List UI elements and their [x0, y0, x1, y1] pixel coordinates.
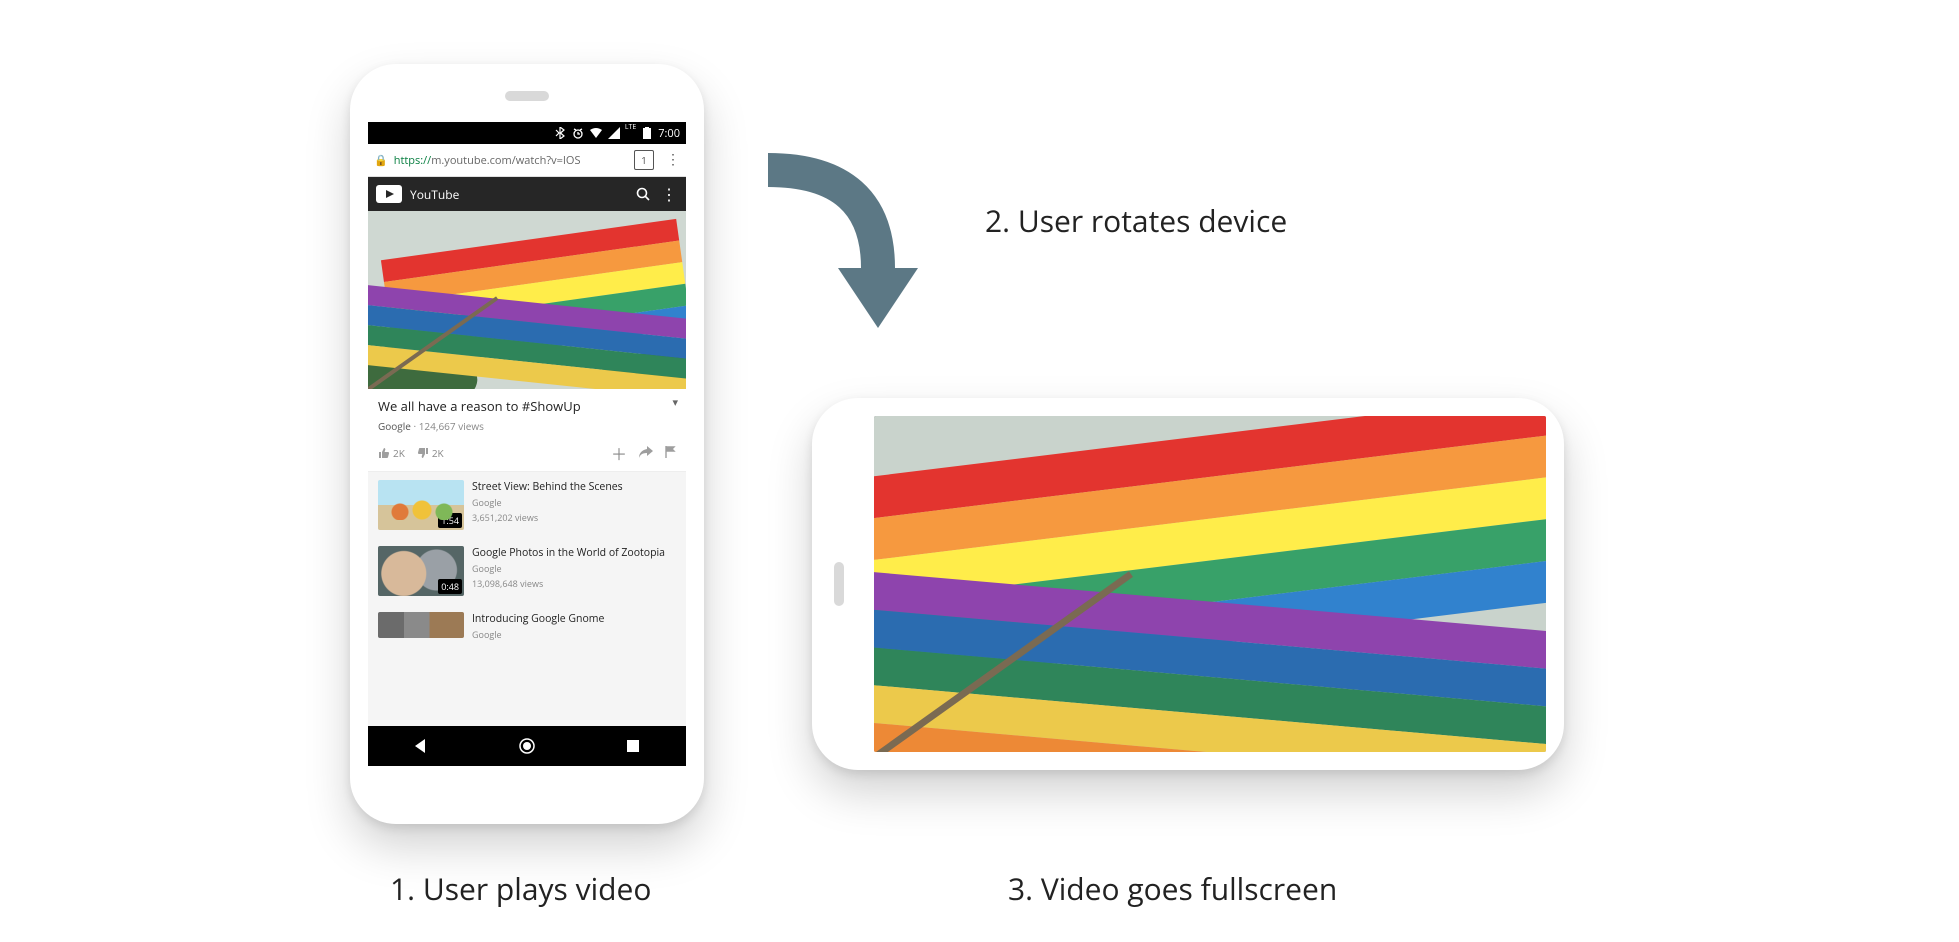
phone-portrait: LTE 7:00 🔒 https://m.youtube.com/watch?v… — [350, 64, 704, 824]
search-icon[interactable] — [634, 185, 652, 203]
video-thumbnail: 1:54 — [378, 480, 464, 530]
browser-menu-icon[interactable]: ⋮ — [660, 153, 686, 167]
youtube-header: YouTube ⋮ — [368, 177, 686, 211]
rec-channel: Google — [472, 628, 604, 641]
battery-icon — [640, 126, 654, 140]
rec-title: Google Photos in the World of Zootopia — [472, 546, 665, 560]
duration-badge: 0:48 — [438, 579, 462, 594]
flag-icon[interactable] — [665, 446, 676, 461]
rec-channel: Google — [472, 496, 623, 509]
recommendation-list[interactable]: 1:54 Street View: Behind the Scenes Goog… — [368, 472, 686, 726]
phone-speaker — [834, 562, 844, 606]
tab-count: 1 — [641, 153, 647, 167]
caption-step-2: 2. User rotates device — [985, 200, 1287, 241]
like-button[interactable]: 2K — [378, 446, 405, 460]
phone-speaker — [505, 91, 549, 101]
tab-switcher-button[interactable]: 1 — [634, 150, 654, 170]
video-info-panel: ▾ We all have a reason to #ShowUp Google… — [368, 389, 686, 472]
rotate-arrow-icon — [738, 150, 938, 350]
rec-title: Introducing Google Gnome — [472, 612, 604, 626]
phone-screen: LTE 7:00 🔒 https://m.youtube.com/watch?v… — [368, 122, 686, 766]
rec-views: 3,651,202 views — [472, 511, 623, 524]
youtube-logo-icon[interactable] — [376, 185, 402, 203]
network-type-label: LTE — [625, 123, 636, 132]
rec-channel: Google — [472, 562, 665, 575]
recommendation-item[interactable]: 0:48 Google Photos in the World of Zooto… — [368, 538, 686, 604]
nav-back-icon[interactable] — [410, 735, 432, 757]
nav-recents-icon[interactable] — [622, 735, 644, 757]
cell-signal-icon — [607, 126, 621, 140]
video-subline: Google · 124,667 views — [378, 419, 676, 433]
youtube-menu-icon[interactable]: ⋮ — [660, 185, 678, 203]
nav-home-icon[interactable] — [516, 735, 538, 757]
youtube-brand-label: YouTube — [410, 186, 459, 203]
video-frame-image — [874, 416, 1546, 752]
bluetooth-icon — [553, 126, 567, 140]
recommendation-item[interactable]: 1:54 Street View: Behind the Scenes Goog… — [368, 472, 686, 538]
caption-step-1: 1. User plays video — [390, 868, 651, 909]
video-actions: 2K 2K ＋ — [378, 441, 676, 465]
expand-description-icon[interactable]: ▾ — [672, 395, 678, 410]
diagram-stage: 2. User rotates device LTE 7:00 🔒 — [0, 0, 1959, 942]
alarm-icon — [571, 126, 585, 140]
wifi-icon — [589, 126, 603, 140]
dislike-button[interactable]: 2K — [417, 446, 444, 460]
browser-url-bar[interactable]: 🔒 https://m.youtube.com/watch?v=IOS 1 ⋮ — [368, 144, 686, 177]
channel-name[interactable]: Google — [378, 419, 411, 433]
rec-title: Street View: Behind the Scenes — [472, 480, 623, 494]
add-to-icon[interactable]: ＋ — [611, 441, 627, 465]
duration-badge: 1:54 — [438, 513, 462, 528]
recommendation-item[interactable]: Introducing Google Gnome Google — [368, 604, 686, 641]
video-frame-image — [368, 211, 686, 389]
fullscreen-video[interactable] — [874, 416, 1546, 752]
view-count: 124,667 views — [419, 419, 484, 433]
phone-landscape — [812, 398, 1564, 770]
lock-icon: 🔒 — [374, 153, 388, 168]
video-thumbnail — [378, 612, 464, 638]
video-thumbnail: 0:48 — [378, 546, 464, 596]
share-icon[interactable] — [639, 446, 653, 461]
android-nav-bar — [368, 726, 686, 766]
status-time: 7:00 — [658, 126, 680, 141]
android-status-bar: LTE 7:00 — [368, 122, 686, 144]
url-text: https://m.youtube.com/watch?v=IOS — [394, 153, 628, 168]
caption-step-3: 3. Video goes fullscreen — [1008, 868, 1337, 909]
video-player[interactable] — [368, 211, 686, 389]
rec-views: 13,098,648 views — [472, 577, 665, 590]
video-title: We all have a reason to #ShowUp — [378, 397, 676, 415]
